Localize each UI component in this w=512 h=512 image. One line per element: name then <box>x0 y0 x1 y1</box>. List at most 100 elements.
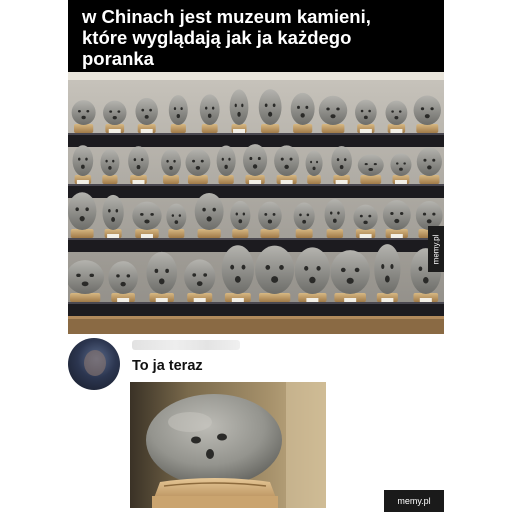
stone-eye <box>140 212 144 216</box>
pedestal <box>258 293 291 302</box>
stone-eye <box>112 159 115 163</box>
face-stone <box>128 146 149 176</box>
stone-eye <box>133 158 137 162</box>
stone-eye <box>192 273 197 277</box>
face-stone <box>68 192 97 230</box>
face-stone <box>382 200 411 230</box>
stone-eye <box>178 214 182 217</box>
stone-eye <box>228 157 231 161</box>
stone-eye <box>85 157 88 161</box>
label-card <box>344 298 357 302</box>
stone-eye <box>297 105 300 109</box>
shelf-ledge <box>68 184 444 198</box>
stone-eye <box>304 266 309 271</box>
face-stone <box>305 150 323 176</box>
stone-eye <box>105 159 108 163</box>
stone-mouth <box>169 166 173 170</box>
face-stone <box>135 97 158 125</box>
stone-mouth <box>224 164 228 169</box>
stone-eye <box>150 212 154 216</box>
stone-eye <box>305 105 309 109</box>
stone-eye <box>329 211 333 215</box>
stone-mouth <box>196 281 203 287</box>
label-card <box>249 180 262 184</box>
face-stone <box>185 148 211 176</box>
stone-eye <box>316 160 319 164</box>
pedestal <box>321 124 345 133</box>
label-card <box>117 298 130 302</box>
stone-mouth <box>238 219 243 224</box>
label-card <box>132 180 145 184</box>
social-post: To ja teraz <box>68 334 444 512</box>
stone-mouth <box>174 220 179 224</box>
stone-eye <box>154 268 159 273</box>
stone-mouth <box>79 216 85 222</box>
label-card <box>335 180 348 184</box>
stone-mouth <box>302 219 307 224</box>
stone-eye <box>205 106 208 110</box>
stone-mouth <box>81 115 86 120</box>
face-stone <box>416 147 442 176</box>
stone-mouth <box>309 276 316 284</box>
label-card <box>306 298 319 302</box>
stone-mouth <box>111 217 116 222</box>
pedestal <box>419 175 440 184</box>
stone-eye <box>422 212 427 216</box>
stone-eye <box>326 107 330 111</box>
face-stone <box>221 245 255 294</box>
face-stone <box>353 204 378 230</box>
stone-eye <box>257 156 261 161</box>
stone-eye <box>117 110 121 113</box>
pedestal <box>69 293 101 302</box>
stone-eye <box>340 267 346 273</box>
pedestal <box>74 124 94 133</box>
stone-eye <box>432 158 436 162</box>
stone-eye <box>173 159 176 163</box>
stone-eye <box>116 274 120 278</box>
stone-mouth <box>368 167 374 172</box>
stone-eye <box>108 208 111 213</box>
stone-mouth <box>237 111 241 117</box>
stone-eye <box>360 109 364 113</box>
pedestal <box>170 124 186 133</box>
label-card <box>107 234 120 238</box>
stone-eye <box>140 158 144 162</box>
stone-mouth <box>339 164 344 170</box>
label-card <box>419 298 432 302</box>
pedestal <box>295 229 313 238</box>
stone-eye <box>173 107 177 111</box>
face-stone <box>385 100 408 125</box>
shelf-edge <box>68 302 444 304</box>
pedestal <box>102 175 118 184</box>
pedestal <box>218 175 234 184</box>
side-watermark: memy.pl <box>428 226 444 272</box>
stone-eye <box>171 214 175 217</box>
stone-eye <box>264 212 268 216</box>
face-stone <box>230 200 251 230</box>
pedestal <box>261 124 280 133</box>
stone-eye <box>336 107 340 111</box>
stone-mouth <box>206 216 212 222</box>
face-stone <box>161 149 182 176</box>
avatar[interactable] <box>68 338 120 390</box>
stone-mouth <box>394 115 399 120</box>
face-stone <box>324 199 346 230</box>
face-stone <box>293 202 315 230</box>
stone-mouth <box>346 277 354 284</box>
stone-mouth <box>423 277 429 284</box>
stone-eye <box>430 107 434 111</box>
face-stone <box>258 89 282 125</box>
stone-eye <box>78 157 81 161</box>
face-stone <box>374 244 401 294</box>
side-watermark-text: memy.pl <box>431 234 441 264</box>
label-card <box>390 234 403 238</box>
label-card <box>280 180 293 184</box>
footer-watermark: memy.pl <box>384 490 444 512</box>
label-card <box>359 129 372 133</box>
stone-mouth <box>120 281 126 287</box>
face-stone <box>258 201 282 231</box>
stone-eye <box>89 273 95 278</box>
stone-eye <box>200 159 204 163</box>
stone-eye <box>400 212 404 216</box>
stone-eye <box>165 268 169 273</box>
